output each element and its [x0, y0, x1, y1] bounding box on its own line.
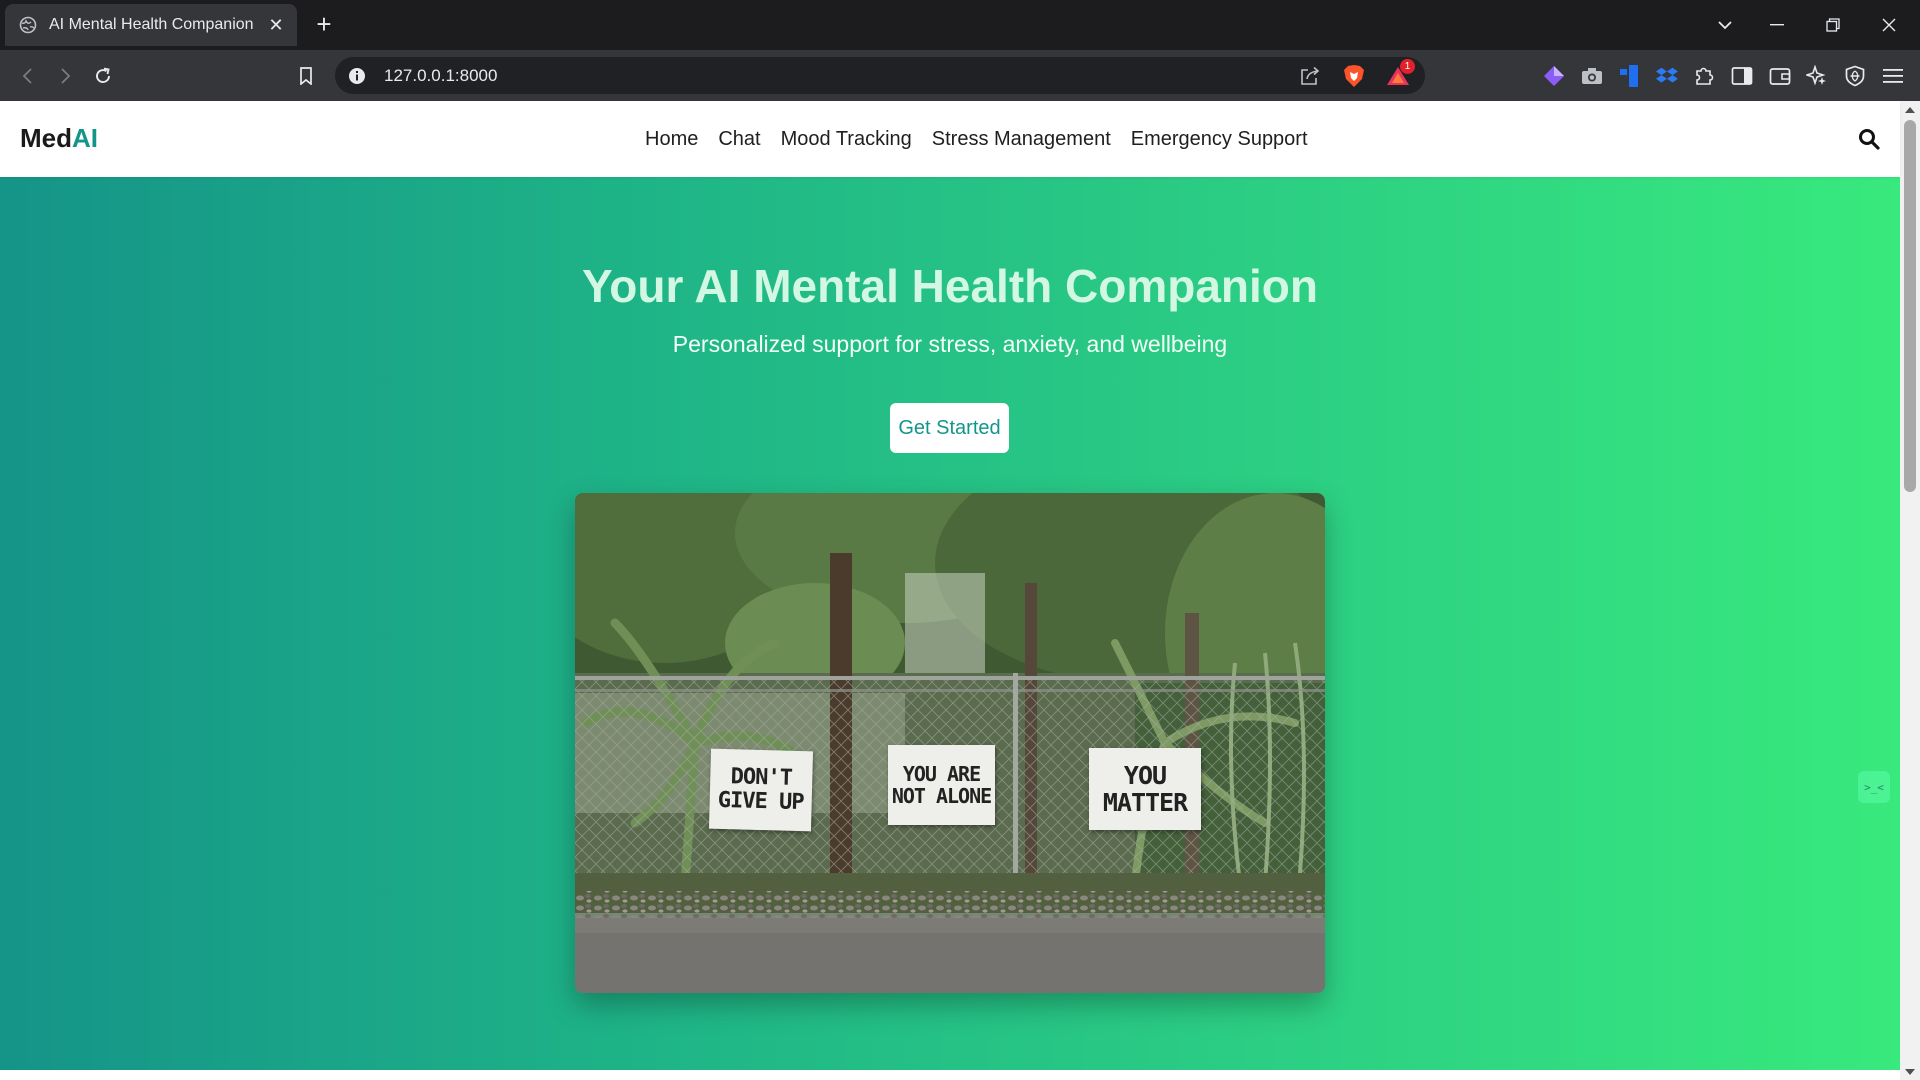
hero-subtitle: Personalized support for stress, anxiety… [672, 331, 1228, 357]
leo-ai-icon[interactable] [1804, 63, 1830, 89]
share-icon[interactable] [1297, 63, 1323, 89]
dropbox-extension-icon[interactable] [1654, 63, 1680, 89]
reload-icon[interactable] [88, 61, 118, 91]
brave-shields-icon[interactable] [1341, 63, 1367, 89]
rewards-badge: 1 [1400, 58, 1415, 74]
fence-signs-photo [575, 493, 1325, 993]
site-navbar: MedAI Home Chat Mood Tracking Stress Man… [0, 101, 1900, 177]
search-icon[interactable] [1856, 126, 1882, 152]
brand-prefix: Med [20, 123, 72, 153]
wallet-icon[interactable] [1767, 63, 1793, 89]
nav-link-chat[interactable]: Chat [718, 128, 760, 151]
sign-you-are-not-alone: YOU ARE NOT ALONE [888, 745, 995, 825]
browser-tab-strip: AI Mental Health Companion ✕ + [0, 0, 1920, 50]
new-tab-button[interactable]: + [312, 11, 336, 37]
globe-icon [19, 16, 37, 34]
browser-toolbar: 127.0.0.1:8000 1 [0, 50, 1920, 101]
hero-image: DON'T GIVE UP YOU ARE NOT ALONE YOU MATT… [575, 493, 1325, 993]
url-text[interactable]: 127.0.0.1:8000 [384, 66, 1297, 86]
brand-accent: AI [72, 123, 98, 153]
address-bar[interactable]: 127.0.0.1:8000 1 [335, 57, 1425, 94]
assistant-widget-icon[interactable]: >_< [1858, 771, 1890, 803]
scroll-down-arrow-icon[interactable] [1900, 1063, 1920, 1080]
nav-link-emergency-support[interactable]: Emergency Support [1131, 128, 1308, 151]
sidebar-icon[interactable] [1729, 63, 1755, 89]
scrollbar-thumb[interactable] [1904, 120, 1916, 492]
sign-dont-give-up: DON'T GIVE UP [708, 748, 814, 832]
tab-title: AI Mental Health Companion [49, 16, 254, 33]
diamond-extension-icon[interactable] [1541, 63, 1567, 89]
page-viewport: MedAI Home Chat Mood Tracking Stress Man… [0, 101, 1920, 1080]
brand-logo[interactable]: MedAI [20, 123, 98, 154]
nav-links: Home Chat Mood Tracking Stress Managemen… [645, 101, 1328, 177]
tab-search-chevron-icon[interactable] [1698, 0, 1752, 50]
forward-arrow-icon[interactable] [50, 61, 80, 91]
tab-close-icon[interactable]: ✕ [265, 14, 287, 36]
nav-link-mood-tracking[interactable]: Mood Tracking [781, 128, 912, 151]
vpn-shield-icon[interactable] [1842, 63, 1868, 89]
puzzle-extensions-icon[interactable] [1691, 63, 1717, 89]
camera-extension-icon[interactable] [1579, 63, 1605, 89]
nav-link-stress-management[interactable]: Stress Management [932, 128, 1111, 151]
site-info-icon[interactable] [347, 66, 367, 86]
back-arrow-icon[interactable] [13, 61, 43, 91]
bookmark-icon[interactable] [291, 61, 321, 91]
vertical-scrollbar[interactable] [1900, 101, 1920, 1080]
restore-icon[interactable] [1806, 0, 1860, 50]
menu-icon[interactable] [1880, 63, 1906, 89]
hero-section: Your AI Mental Health Companion Personal… [0, 177, 1900, 1070]
browser-tab[interactable]: AI Mental Health Companion ✕ [5, 4, 297, 46]
window-close-icon[interactable] [1862, 0, 1916, 50]
get-started-button[interactable]: Get Started [890, 403, 1009, 453]
hero-title: Your AI Mental Health Companion [581, 260, 1319, 312]
trello-extension-icon[interactable] [1616, 63, 1642, 89]
minimize-icon[interactable] [1750, 0, 1804, 50]
brave-rewards-icon[interactable]: 1 [1383, 58, 1415, 91]
scroll-up-arrow-icon[interactable] [1900, 101, 1920, 118]
sign-you-matter: YOU MATTER [1089, 748, 1201, 830]
nav-link-home[interactable]: Home [645, 128, 698, 151]
